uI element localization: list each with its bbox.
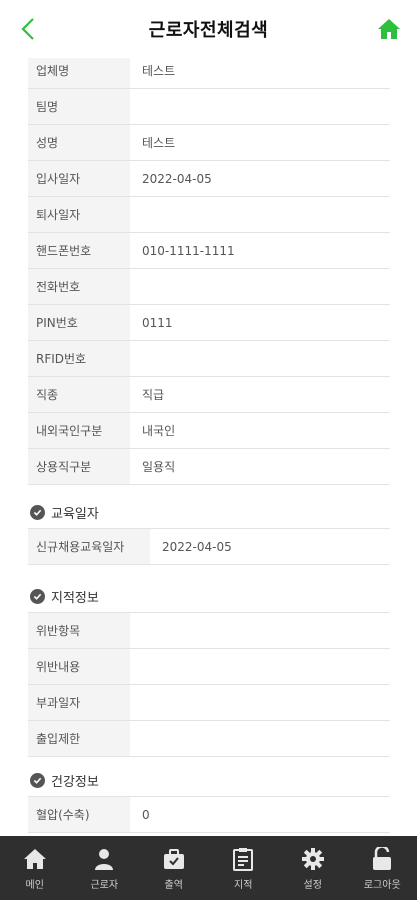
row-value: 직급	[130, 376, 390, 413]
row-value: 내국인	[130, 412, 390, 449]
worker-icon	[91, 846, 117, 872]
row-label: 신규채용교육일자	[28, 528, 150, 565]
row-label: 퇴사일자	[28, 196, 130, 233]
table-row: 핸드폰번호 010-1111-1111	[28, 232, 390, 269]
table-row: 위반항목	[28, 612, 390, 649]
table-row: 업체명 테스트	[28, 58, 390, 89]
tab-logout[interactable]: 로그아웃	[348, 836, 417, 900]
row-label: 혈압(수축)	[28, 796, 130, 833]
tab-label: 로그아웃	[363, 879, 401, 891]
home-icon	[378, 19, 400, 39]
row-value	[130, 196, 390, 233]
gear-icon	[300, 846, 326, 872]
tab-settings[interactable]: 설정	[278, 836, 348, 900]
tab-label: 근로자	[90, 879, 119, 891]
table-row: 부과일자	[28, 684, 390, 721]
row-label: PIN번호	[28, 304, 130, 341]
home-button[interactable]	[375, 14, 403, 44]
row-value: 010-1111-1111	[130, 232, 390, 269]
row-label: 업체명	[28, 58, 130, 89]
app-header: 근로자전체검색	[0, 0, 417, 58]
table-row: 신규채용교육일자 2022-04-05	[28, 528, 390, 565]
education-section-header: 교육일자	[30, 502, 99, 522]
chevron-left-icon	[21, 18, 34, 40]
row-label: 부과일자	[28, 684, 130, 721]
table-row: 퇴사일자	[28, 196, 390, 233]
row-value	[130, 340, 390, 377]
check-circle-icon	[30, 772, 45, 788]
table-row: 입사일자 2022-04-05	[28, 160, 390, 197]
unlock-icon	[369, 846, 395, 872]
briefcase-icon	[161, 846, 187, 872]
row-label: 출입제한	[28, 720, 130, 757]
health-table: 혈압(수축) 0	[28, 796, 390, 833]
back-button[interactable]	[14, 14, 42, 44]
bottom-tab-bar: 메인 근로자 출역 지적 설정 로그아웃	[0, 836, 417, 900]
tab-worker[interactable]: 근로자	[70, 836, 140, 900]
row-value	[130, 612, 390, 649]
table-row: 성명 테스트	[28, 124, 390, 161]
row-value	[130, 648, 390, 685]
tab-violation[interactable]: 지적	[209, 836, 279, 900]
row-value	[130, 684, 390, 721]
violation-section-header: 지적정보	[30, 586, 99, 606]
row-label: 상용직구분	[28, 448, 130, 485]
health-section-header: 건강정보	[30, 770, 99, 790]
row-value: 2022-04-05	[150, 528, 390, 565]
section-title: 교육일자	[51, 506, 99, 522]
row-label: 핸드폰번호	[28, 232, 130, 269]
tab-label: 지적	[234, 879, 253, 891]
tab-label: 설정	[303, 879, 322, 891]
row-label: 전화번호	[28, 268, 130, 305]
row-value: 0111	[130, 304, 390, 341]
tab-main[interactable]: 메인	[0, 836, 70, 900]
row-value: 2022-04-05	[130, 160, 390, 197]
row-value	[130, 720, 390, 757]
section-title: 건강정보	[51, 774, 99, 790]
table-row: 직종 직급	[28, 376, 390, 413]
row-value	[130, 268, 390, 305]
table-row: 상용직구분 일용직	[28, 448, 390, 485]
page-title: 근로자전체검색	[148, 20, 269, 41]
table-row: PIN번호 0111	[28, 304, 390, 341]
check-circle-icon	[30, 504, 45, 520]
tab-label: 출역	[164, 879, 183, 891]
clipboard-icon	[230, 846, 256, 872]
row-label: 직종	[28, 376, 130, 413]
row-value: 테스트	[130, 58, 390, 89]
content-area[interactable]: 업체명 테스트 팀명 성명 테스트 입사일자 2022-04-05 퇴사일자 핸드폰번…	[0, 58, 417, 836]
check-circle-icon	[30, 588, 45, 604]
row-value: 테스트	[130, 124, 390, 161]
tab-attendance[interactable]: 출역	[139, 836, 209, 900]
section-title: 지적정보	[51, 590, 99, 606]
worker-info-table: 업체명 테스트 팀명 성명 테스트 입사일자 2022-04-05 퇴사일자 핸드폰번…	[28, 58, 390, 485]
row-value: 일용직	[130, 448, 390, 485]
education-table: 신규채용교육일자 2022-04-05	[28, 528, 390, 565]
row-label: 입사일자	[28, 160, 130, 197]
row-value	[130, 88, 390, 125]
row-label: RFID번호	[28, 340, 130, 377]
row-label: 내외국인구분	[28, 412, 130, 449]
table-row: RFID번호	[28, 340, 390, 377]
table-row: 전화번호	[28, 268, 390, 305]
table-row: 위반내용	[28, 648, 390, 685]
table-row: 혈압(수축) 0	[28, 796, 390, 833]
row-label: 팀명	[28, 88, 130, 125]
table-row: 출입제한	[28, 720, 390, 757]
violation-table: 위반항목 위반내용 부과일자 출입제한	[28, 612, 390, 757]
table-row: 팀명	[28, 88, 390, 125]
table-row: 내외국인구분 내국인	[28, 412, 390, 449]
row-label: 위반내용	[28, 648, 130, 685]
tab-label: 메인	[25, 879, 44, 891]
home-icon	[22, 846, 48, 872]
row-value: 0	[130, 796, 390, 833]
row-label: 위반항목	[28, 612, 130, 649]
row-label: 성명	[28, 124, 130, 161]
